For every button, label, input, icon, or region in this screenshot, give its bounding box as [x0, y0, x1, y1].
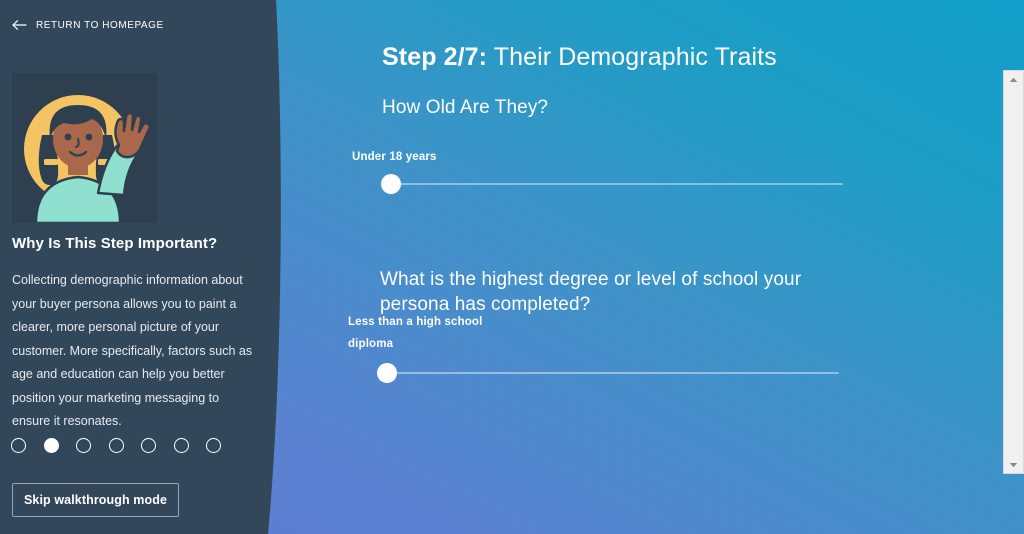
persona-waving-illustration	[12, 73, 157, 223]
step-dot-3[interactable]	[76, 438, 91, 453]
scrollbar-up-button[interactable]	[1004, 71, 1023, 88]
step-indicator	[11, 438, 221, 453]
why-important-body: Collecting demographic information about…	[12, 273, 253, 428]
chevron-up-icon	[1009, 77, 1018, 82]
why-important-title: Why Is This Step Important?	[12, 235, 218, 252]
step-dot-1[interactable]	[11, 438, 26, 453]
main-content: Step 2/7: Their Demographic Traits How O…	[300, 0, 1024, 534]
age-slider[interactable]	[352, 174, 843, 194]
step-dot-2[interactable]	[44, 438, 59, 453]
education-slider-value: Less than a high school diploma	[348, 316, 483, 350]
persona-illustration-art	[12, 73, 157, 223]
sidebar-inner: RETURN TO HOMEPAGE Why Is This Step Impo…	[0, 0, 264, 534]
step-dot-5[interactable]	[141, 438, 156, 453]
question-label-education: What is the highest degree or level of s…	[380, 269, 802, 315]
vertical-scrollbar[interactable]	[1003, 70, 1024, 474]
walkthrough-page: Step 2/7: Their Demographic Traits How O…	[0, 0, 1024, 534]
step-dot-6[interactable]	[174, 438, 189, 453]
question-label-age: How Old Are They?	[382, 97, 549, 118]
slider-group-education: Less than a high school diploma	[348, 311, 839, 383]
scrollbar-down-button[interactable]	[1004, 456, 1023, 473]
scrollbar-thumb[interactable]	[1004, 88, 1023, 456]
age-slider-value: Under 18 years	[352, 151, 437, 163]
step-dot-7[interactable]	[206, 438, 221, 453]
page-title: Step 2/7: Their Demographic Traits	[382, 43, 777, 72]
skip-walkthrough-button[interactable]: Skip walkthrough mode	[12, 483, 179, 517]
arrow-left-icon	[12, 19, 27, 31]
age-slider-thumb[interactable]	[381, 174, 401, 194]
education-slider-track[interactable]	[387, 372, 839, 374]
age-slider-track[interactable]	[391, 183, 843, 185]
slider-group-age: Under 18 years	[352, 146, 843, 194]
step-dot-4[interactable]	[109, 438, 124, 453]
step-counter: Step 2/7:	[382, 43, 488, 71]
sidebar: RETURN TO HOMEPAGE Why Is This Step Impo…	[0, 0, 300, 534]
step-title: Their Demographic Traits	[487, 43, 777, 71]
chevron-down-icon	[1009, 462, 1018, 467]
return-to-homepage-link[interactable]: RETURN TO HOMEPAGE	[12, 19, 164, 31]
return-to-homepage-label: RETURN TO HOMEPAGE	[36, 19, 164, 31]
education-slider[interactable]	[348, 363, 839, 383]
education-slider-thumb[interactable]	[377, 363, 397, 383]
